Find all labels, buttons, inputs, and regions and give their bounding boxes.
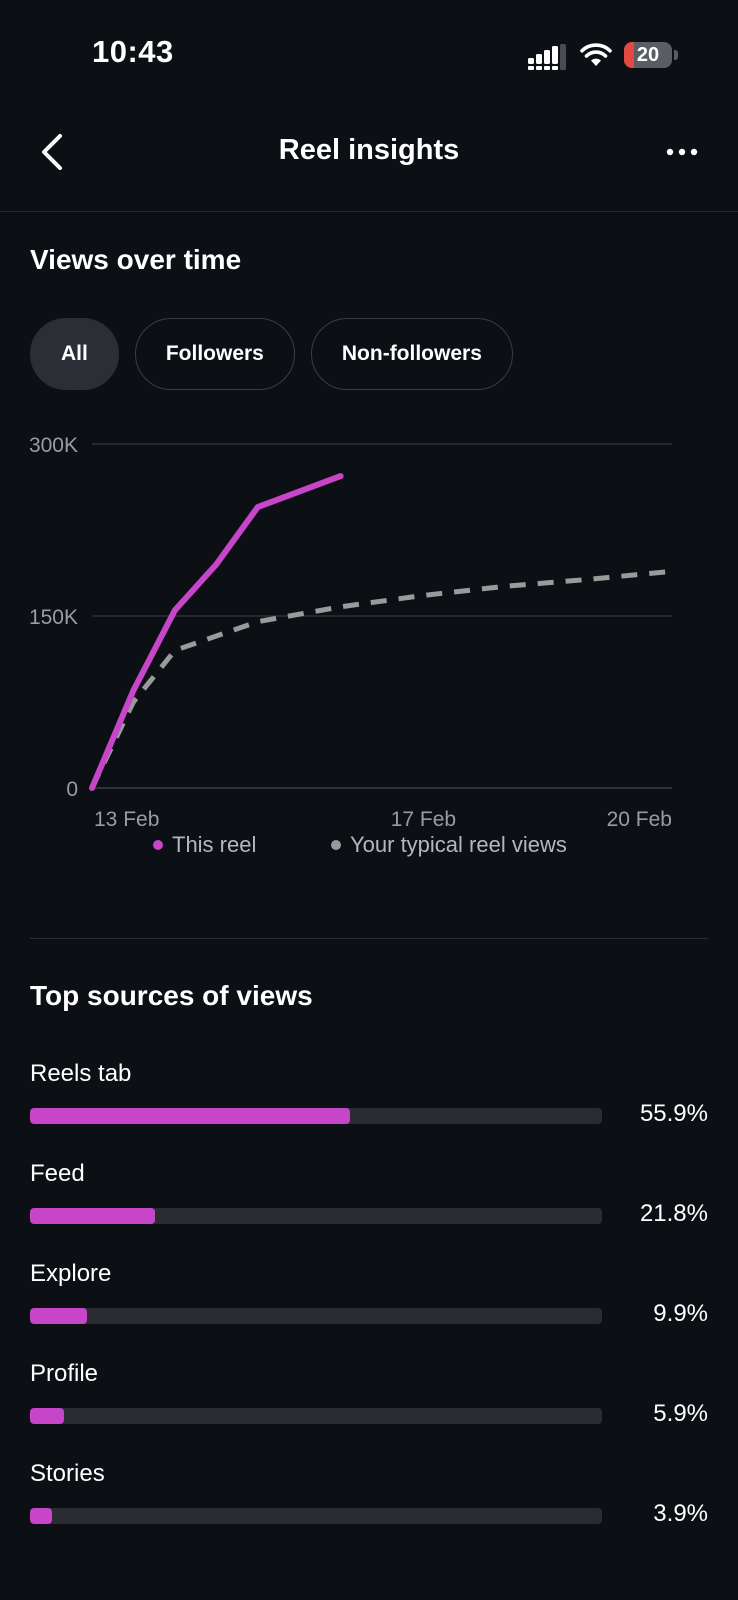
source-label: Feed	[30, 1160, 85, 1187]
legend-label: This reel	[172, 832, 256, 857]
source-percent: 21.8%	[639, 1200, 708, 1227]
x-tick-label: 20 Feb	[607, 808, 672, 831]
source-bar-track	[30, 1208, 602, 1224]
battery-tip	[674, 50, 678, 60]
filter-all-pill[interactable]: All	[30, 318, 119, 390]
source-bar-fill	[30, 1308, 87, 1324]
x-tick-label: 17 Feb	[391, 808, 456, 831]
source-label: Profile	[30, 1360, 99, 1387]
header-bar: Reel insights	[0, 110, 738, 212]
legend-marker	[331, 840, 341, 850]
source-row-reels-tab: Reels tab 55.9%	[30, 1060, 708, 1152]
source-percent: 55.9%	[639, 1100, 708, 1127]
filter-followers-pill[interactable]: Followers	[134, 318, 295, 390]
source-bar-track	[30, 1308, 602, 1324]
source-bar-fill	[30, 1508, 53, 1524]
source-label: Stories	[30, 1460, 105, 1487]
views-line-chart: 300K 150K 0 13 Feb 17 Feb 20 Feb This reel Your…	[29, 434, 673, 857]
x-tick-label: 13 Feb	[94, 808, 159, 831]
y-tick-label: 0	[66, 778, 78, 801]
y-tick-label: 300K	[29, 434, 78, 457]
y-tick-label: 150K	[29, 606, 78, 629]
source-percent: 9.9%	[653, 1300, 708, 1327]
battery-level: 20	[636, 44, 660, 66]
source-percent: 5.9%	[653, 1400, 708, 1427]
source-row-explore: Explore 9.9%	[30, 1260, 708, 1352]
source-bar-fill	[30, 1108, 350, 1124]
source-bar-track	[30, 1508, 602, 1524]
source-bar-track	[30, 1408, 602, 1424]
source-bar-fill	[30, 1208, 155, 1224]
more-horizontal-icon[interactable]	[660, 134, 704, 170]
page-title: Reel insights	[278, 134, 460, 166]
reel-insights-screen: 10:43 20 Reel insights Views over time A…	[0, 0, 738, 1600]
legend-label: Your typical reel views	[350, 832, 567, 857]
source-label: Reels tab	[30, 1060, 132, 1087]
source-row-stories: Stories 3.9%	[30, 1460, 708, 1552]
audience-filter-group: All Followers Non-followers	[30, 318, 513, 390]
signal-icon	[528, 44, 566, 70]
status-bar: 10:43 20	[0, 0, 738, 100]
this-reel-line	[89, 473, 344, 791]
legend-marker	[153, 840, 163, 850]
views-section-title: Views over time	[30, 244, 242, 275]
source-bar-fill	[30, 1408, 64, 1424]
sources-section-title: Top sources of views	[30, 980, 313, 1011]
section-divider	[30, 938, 708, 939]
wifi-icon	[580, 43, 612, 66]
source-percent: 3.9%	[653, 1500, 708, 1527]
source-label: Explore	[30, 1260, 112, 1287]
battery-icon: 20	[624, 42, 672, 68]
status-time: 10:43	[92, 34, 174, 69]
source-row-feed: Feed 21.8%	[30, 1160, 708, 1252]
source-row-profile: Profile 5.9%	[30, 1360, 708, 1452]
filter-non-followers-pill[interactable]: Non-followers	[310, 318, 513, 390]
source-bar-track	[30, 1108, 602, 1124]
